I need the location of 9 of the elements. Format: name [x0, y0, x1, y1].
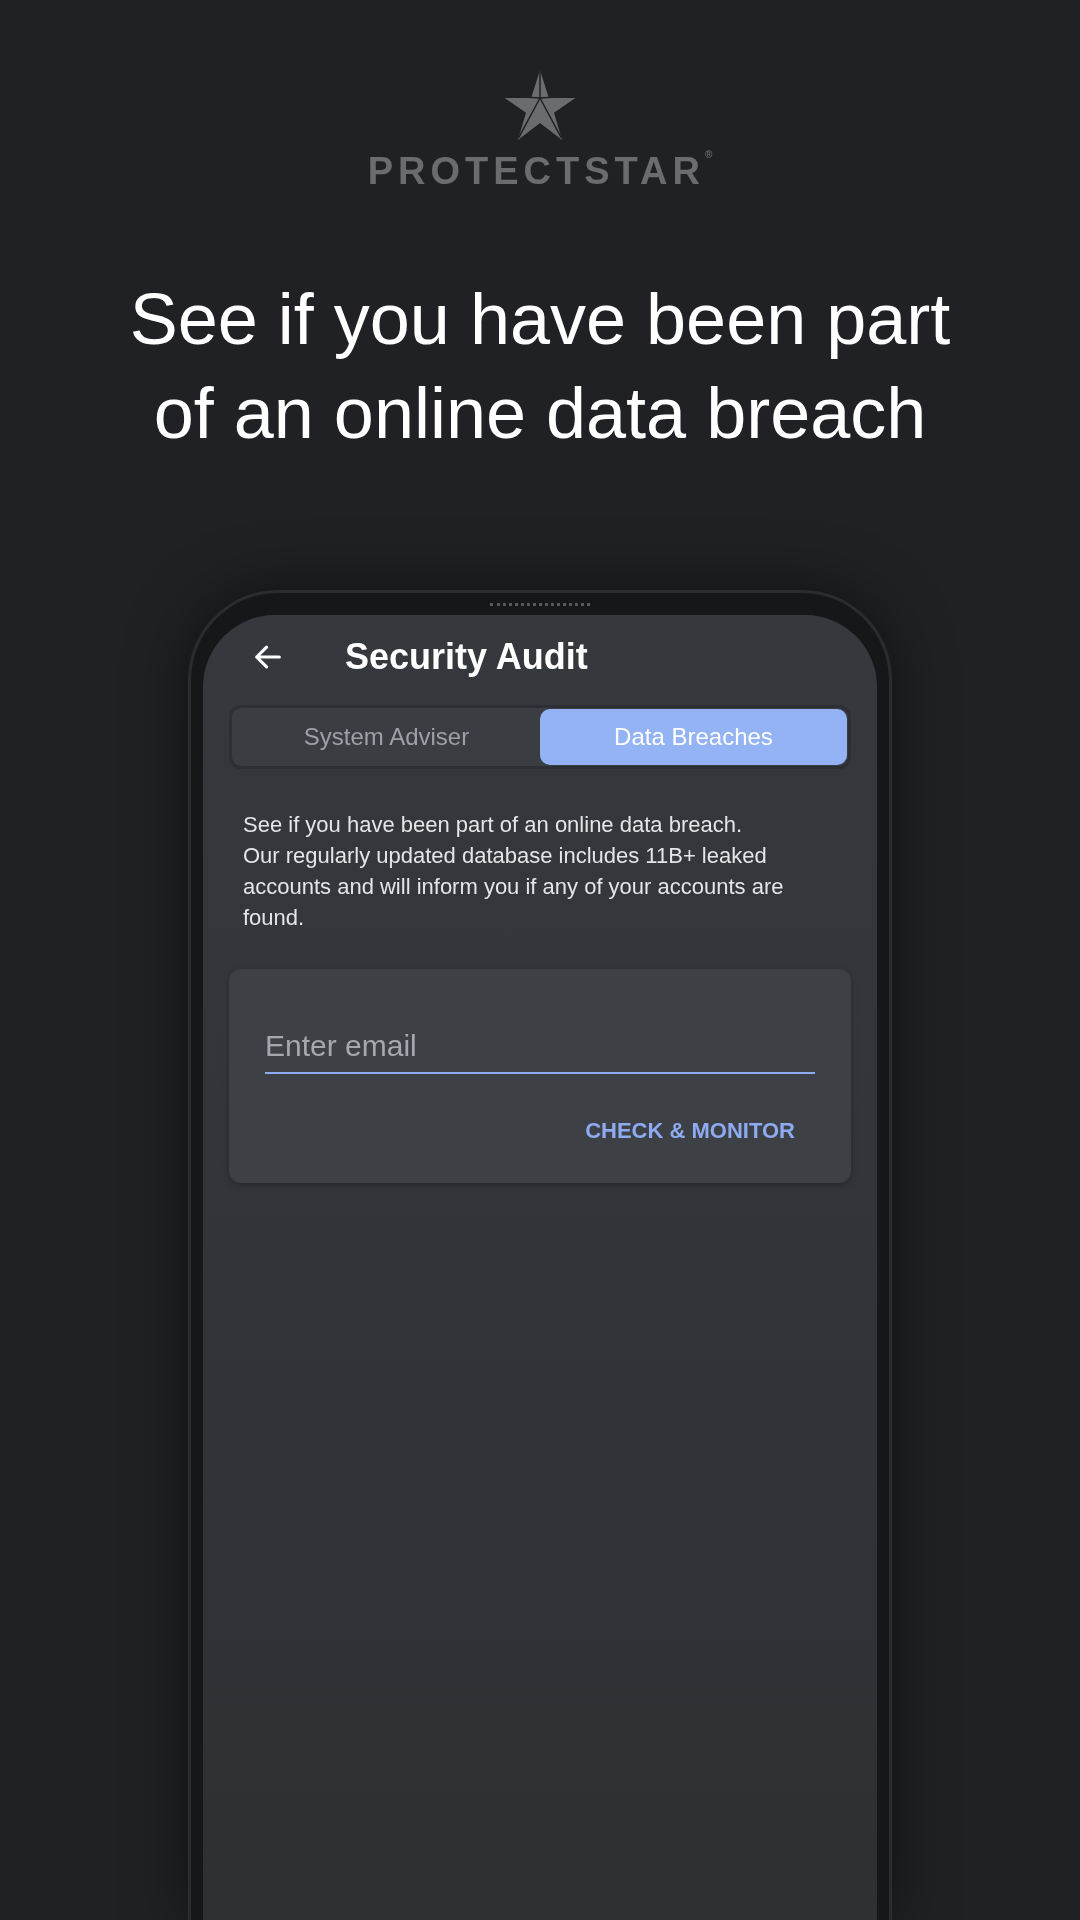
- screen-title: Security Audit: [345, 634, 588, 679]
- star-logo-icon: [503, 70, 577, 140]
- email-field[interactable]: Enter email: [265, 1022, 815, 1074]
- description-text: See if you have been part of an online data breach. Our regularly updated database includes 11B+ leaked accounts and will inform you if any of your accounts are found.: [242, 810, 785, 932]
- tab[interactable]: Data Breaches: [540, 708, 847, 765]
- tab[interactable]: System Adviser: [233, 708, 540, 765]
- check-monitor-button[interactable]: CHECK & MONITOR: [585, 1113, 795, 1147]
- brand-logo-text: PROTECTSTAR®: [367, 148, 713, 194]
- headline: See if you have been part of an online data breach: [128, 277, 952, 455]
